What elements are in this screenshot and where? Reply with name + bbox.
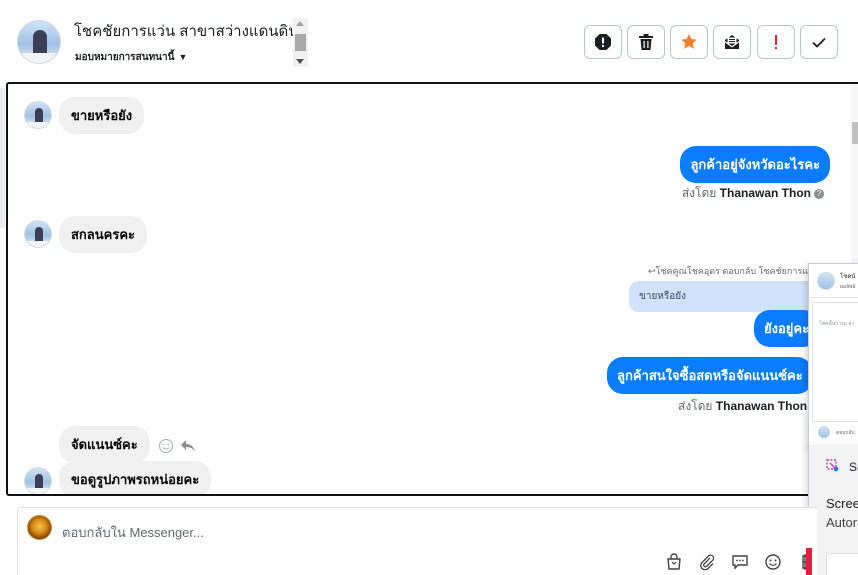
star-icon [681,34,697,49]
reply-note-text: โชคคูณโชคอุดร ตอบกลับ โชคชัยการแ [655,266,809,276]
reply-input[interactable]: ตอบกลับใน Messenger... [62,522,204,543]
notification-thumbnail[interactable] [826,553,858,575]
assign-label: มอบหมายการสนทนานี้ [75,52,175,63]
preview-note: โชคนั้นการแ สา [819,321,855,327]
help-icon[interactable]: ? [814,189,824,199]
spam-icon [595,34,611,50]
reply-composer: ตอบกลับใน Messenger... [17,507,817,575]
caret-down-icon: ▼ [178,52,188,62]
preview-avatar [817,272,835,290]
reply-icon[interactable] [180,438,196,454]
chat-icon[interactable] [729,551,751,573]
outgoing-message[interactable]: ลูกค้าอยู่จังหวัดอะไรคะ [680,146,830,183]
header-scrollbar[interactable] [293,18,308,67]
assign-conversation-dropdown[interactable]: มอบหมายการสนทนานี้ ▼ [75,50,187,65]
notification-badge [806,548,812,575]
emoji-react-icon[interactable] [158,438,174,454]
preview-footer: ตอบกลับ [812,424,858,442]
spam-button[interactable] [584,25,622,59]
notification-body: Autor [826,515,858,530]
scroll-down-icon[interactable] [296,59,304,64]
mark-unread-button[interactable] [713,25,751,59]
notification-app-name: Sn [849,460,858,474]
incoming-message[interactable]: ขายหรือยัง [59,97,145,134]
sent-by-label: ส่งโดย [678,399,713,413]
preview-footer-avatar [818,426,830,438]
check-icon [812,37,826,48]
sender-name: Thanawan Thon [719,186,811,200]
inbox-page: โชคชัยการแว่น สาขาสว่างแดนดิน มอบหมายการ… [0,0,858,575]
preview-body: โชคนั้นการแ สา [812,302,858,422]
bag-icon[interactable] [663,551,685,573]
outgoing-message[interactable]: ลูกค้าสนใจซื้อสดหรือจัดแนนซ์คะ [607,357,813,394]
trash-icon [639,34,653,50]
paperclip-icon[interactable] [696,551,718,573]
exclamation-icon [775,35,777,49]
left-gutter [0,88,5,228]
contact-avatar-small[interactable] [24,101,52,129]
preview-subtitle: ผลลัพธ์ [840,284,856,290]
envelope-icon [725,35,739,49]
sent-by-label: ส่งโดย [681,186,717,200]
conversation-header: โชคชัยการแว่น สาขาสว่างแดนดิน มอบหมายการ… [0,0,858,82]
notification-title: Scree [826,496,858,511]
scroll-thumb[interactable] [295,34,306,51]
message-actions [158,438,196,454]
thread-scroll-thumb[interactable] [852,122,858,144]
star-button[interactable] [670,25,708,59]
delete-button[interactable] [627,25,665,59]
message-thread[interactable]: ขายหรือยัง ลูกค้าอยู่จังหวัดอะไรคะ ส่งโด… [6,82,858,496]
contact-avatar[interactable] [17,20,61,64]
reply-arrow-icon: ↩ [648,266,656,276]
scroll-up-icon[interactable] [296,21,304,26]
incoming-message[interactable]: สกลนครคะ [59,216,148,253]
mark-done-button[interactable] [800,25,838,59]
preview-footer-text: ตอบกลับ [836,430,855,436]
emoji-icon[interactable] [762,551,784,573]
sender-name: Thanawan Thon [715,399,808,413]
incoming-message[interactable]: จัดแนนซ์คะ [59,426,150,463]
contact-name[interactable]: โชคชัยการแว่น สาขาสว่างแดนดิน [74,19,299,43]
reply-context: ↩โชคคูณโชคอุดร ตอบกลับ โชคชัยการแ [648,264,808,278]
incoming-message[interactable]: ขอดูรูปภาพรถหน่อยคะ [59,461,212,494]
contact-avatar-small[interactable] [24,467,52,494]
composer-toolbar [663,551,817,573]
page-avatar [27,515,52,540]
preview-header: โชคนั ผลลัพธ์ [809,264,858,298]
contact-avatar-small[interactable] [24,220,52,248]
sent-by-info: ส่งโดย Thanawan Thon [678,397,807,416]
preview-title: โชคนั [840,274,856,280]
snipping-tool-icon [826,459,839,472]
sent-by-info: ส่งโดย Thanawan Thon? [682,184,824,203]
preview-popup[interactable]: โชคนั ผลลัพธ์ โชคนั้นการแ สา ตอบกลับ [808,263,858,448]
follow-up-button[interactable] [757,25,795,59]
